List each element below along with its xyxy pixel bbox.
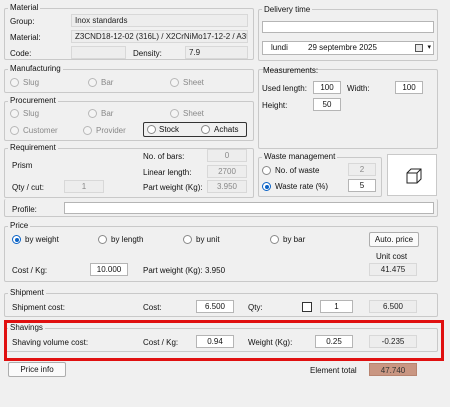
procurement-slug-label: Slug [23,109,40,118]
waste-rate-input[interactable]: 5 [348,179,376,192]
price-part-weight-value: 3.950 [205,266,226,275]
stock-label: Stock [159,125,180,134]
measurements-legend: Measurements: [263,66,319,75]
shape-preview [387,154,437,196]
used-length-label: Used length: [262,84,307,93]
bars-label: No. of bars: [143,152,185,161]
width-label: Width: [347,84,370,93]
shipment-qty-checkbox[interactable] [302,302,312,312]
manufacturing-slug-radio[interactable] [10,78,19,87]
qty-cut-field: 1 [64,180,104,193]
density-field: 7.9 [185,46,248,59]
height-label: Height: [262,101,288,110]
by-unit-radio[interactable] [183,235,192,244]
manufacturing-bar-label: Bar [101,78,114,87]
price-info-button[interactable]: Price info [8,362,66,377]
requirement-legend: Requirement [8,143,58,152]
by-weight-label: by weight [25,235,59,244]
by-length-radio[interactable] [98,235,107,244]
unit-cost-label: Unit cost [376,252,408,261]
shipment-legend: Shipment [8,288,46,297]
profile-input[interactable] [64,202,434,214]
material-field: Z3CND18-12-02 (316L) / X2CrNiMo17-12-2 /… [71,30,248,43]
customer-radio[interactable] [10,126,19,135]
delivery-date-picker[interactable]: lundi 29 septembre 2025 ▾ [262,41,434,55]
bars-field: 0 [207,149,247,162]
used-length-input[interactable]: 100 [313,81,341,94]
delivery-note-field[interactable] [262,21,434,33]
procurement-legend: Procurement [8,96,58,105]
waste-rate-radio[interactable] [262,182,271,191]
waste-rate-label: Waste rate (%) [275,182,329,191]
by-unit-label: by unit [196,235,220,244]
part-weight-field: 3.950 [207,180,247,193]
part-weight-label: Part weight (Kg): [143,183,203,192]
by-weight-radio[interactable] [12,235,21,244]
density-label: Density: [133,49,162,58]
procurement-bar-radio[interactable] [88,109,97,118]
achats-radio[interactable] [201,125,210,134]
achats-label: Achats [214,125,239,134]
element-total-field: 47.740 [369,363,417,376]
waste-legend: Waste management [262,152,338,161]
procurement-sheet-radio[interactable] [170,109,179,118]
group-label: Group: [10,17,35,26]
shipment-qty-input[interactable]: 1 [320,300,353,313]
material-legend: Material [8,3,41,12]
shipment-cost-label: Shipment cost: [12,303,65,312]
shipment-total-field: 6.500 [369,300,417,313]
code-label: Code: [10,49,32,58]
unit-cost-field: 41.475 [369,263,417,276]
shavings-highlight-box [4,320,444,361]
code-field [71,46,126,59]
no-waste-radio[interactable] [262,166,271,175]
calendar-icon[interactable] [415,44,423,52]
procurement-slug-radio[interactable] [10,109,19,118]
delivery-day: lundi [271,43,288,52]
customer-label: Customer [23,126,58,135]
width-input[interactable]: 100 [395,81,423,94]
linear-length-label: Linear length: [143,168,192,177]
qty-cut-label: Qty / cut: [12,183,45,192]
no-waste-label: No. of waste [275,166,320,175]
manufacturing-slug-label: Slug [23,78,40,87]
delivery-legend: Delivery time [262,5,313,14]
price-legend: Price [8,221,31,230]
manufacturing-sheet-label: Sheet [183,78,204,87]
cost-kg-label: Cost / Kg: [12,266,48,275]
shipment-cost-field-label: Cost: [143,303,162,312]
group-field: Inox standards [71,14,248,27]
prism-icon [406,168,422,184]
price-part-weight-label: Part weight (Kg): [143,266,203,275]
element-total-label: Element total [310,366,357,375]
shipment-qty-label: Qty: [248,303,263,312]
by-bar-label: by bar [283,235,306,244]
profile-label: Profile: [12,205,37,214]
by-bar-radio[interactable] [270,235,279,244]
manufacturing-bar-radio[interactable] [88,78,97,87]
material-label: Material: [10,33,41,42]
no-waste-field: 2 [348,163,376,176]
cost-kg-input[interactable]: 10.000 [90,263,128,276]
stock-radio[interactable] [147,125,156,134]
chevron-down-icon[interactable]: ▾ [427,42,431,53]
provider-label: Provider [96,126,126,135]
linear-length-field: 2700 [207,165,247,178]
by-length-label: by length [111,235,144,244]
manufacturing-legend: Manufacturing [8,64,63,73]
auto-price-button[interactable]: Auto. price [369,232,419,247]
manufacturing-sheet-radio[interactable] [170,78,179,87]
height-input[interactable]: 50 [313,98,341,111]
provider-radio[interactable] [83,126,92,135]
delivery-date: 29 septembre 2025 [308,43,377,52]
procurement-sheet-label: Sheet [183,109,204,118]
procurement-bar-label: Bar [101,109,114,118]
shape-label: Prism [12,161,33,170]
shipment-cost-input[interactable]: 6.500 [196,300,234,313]
